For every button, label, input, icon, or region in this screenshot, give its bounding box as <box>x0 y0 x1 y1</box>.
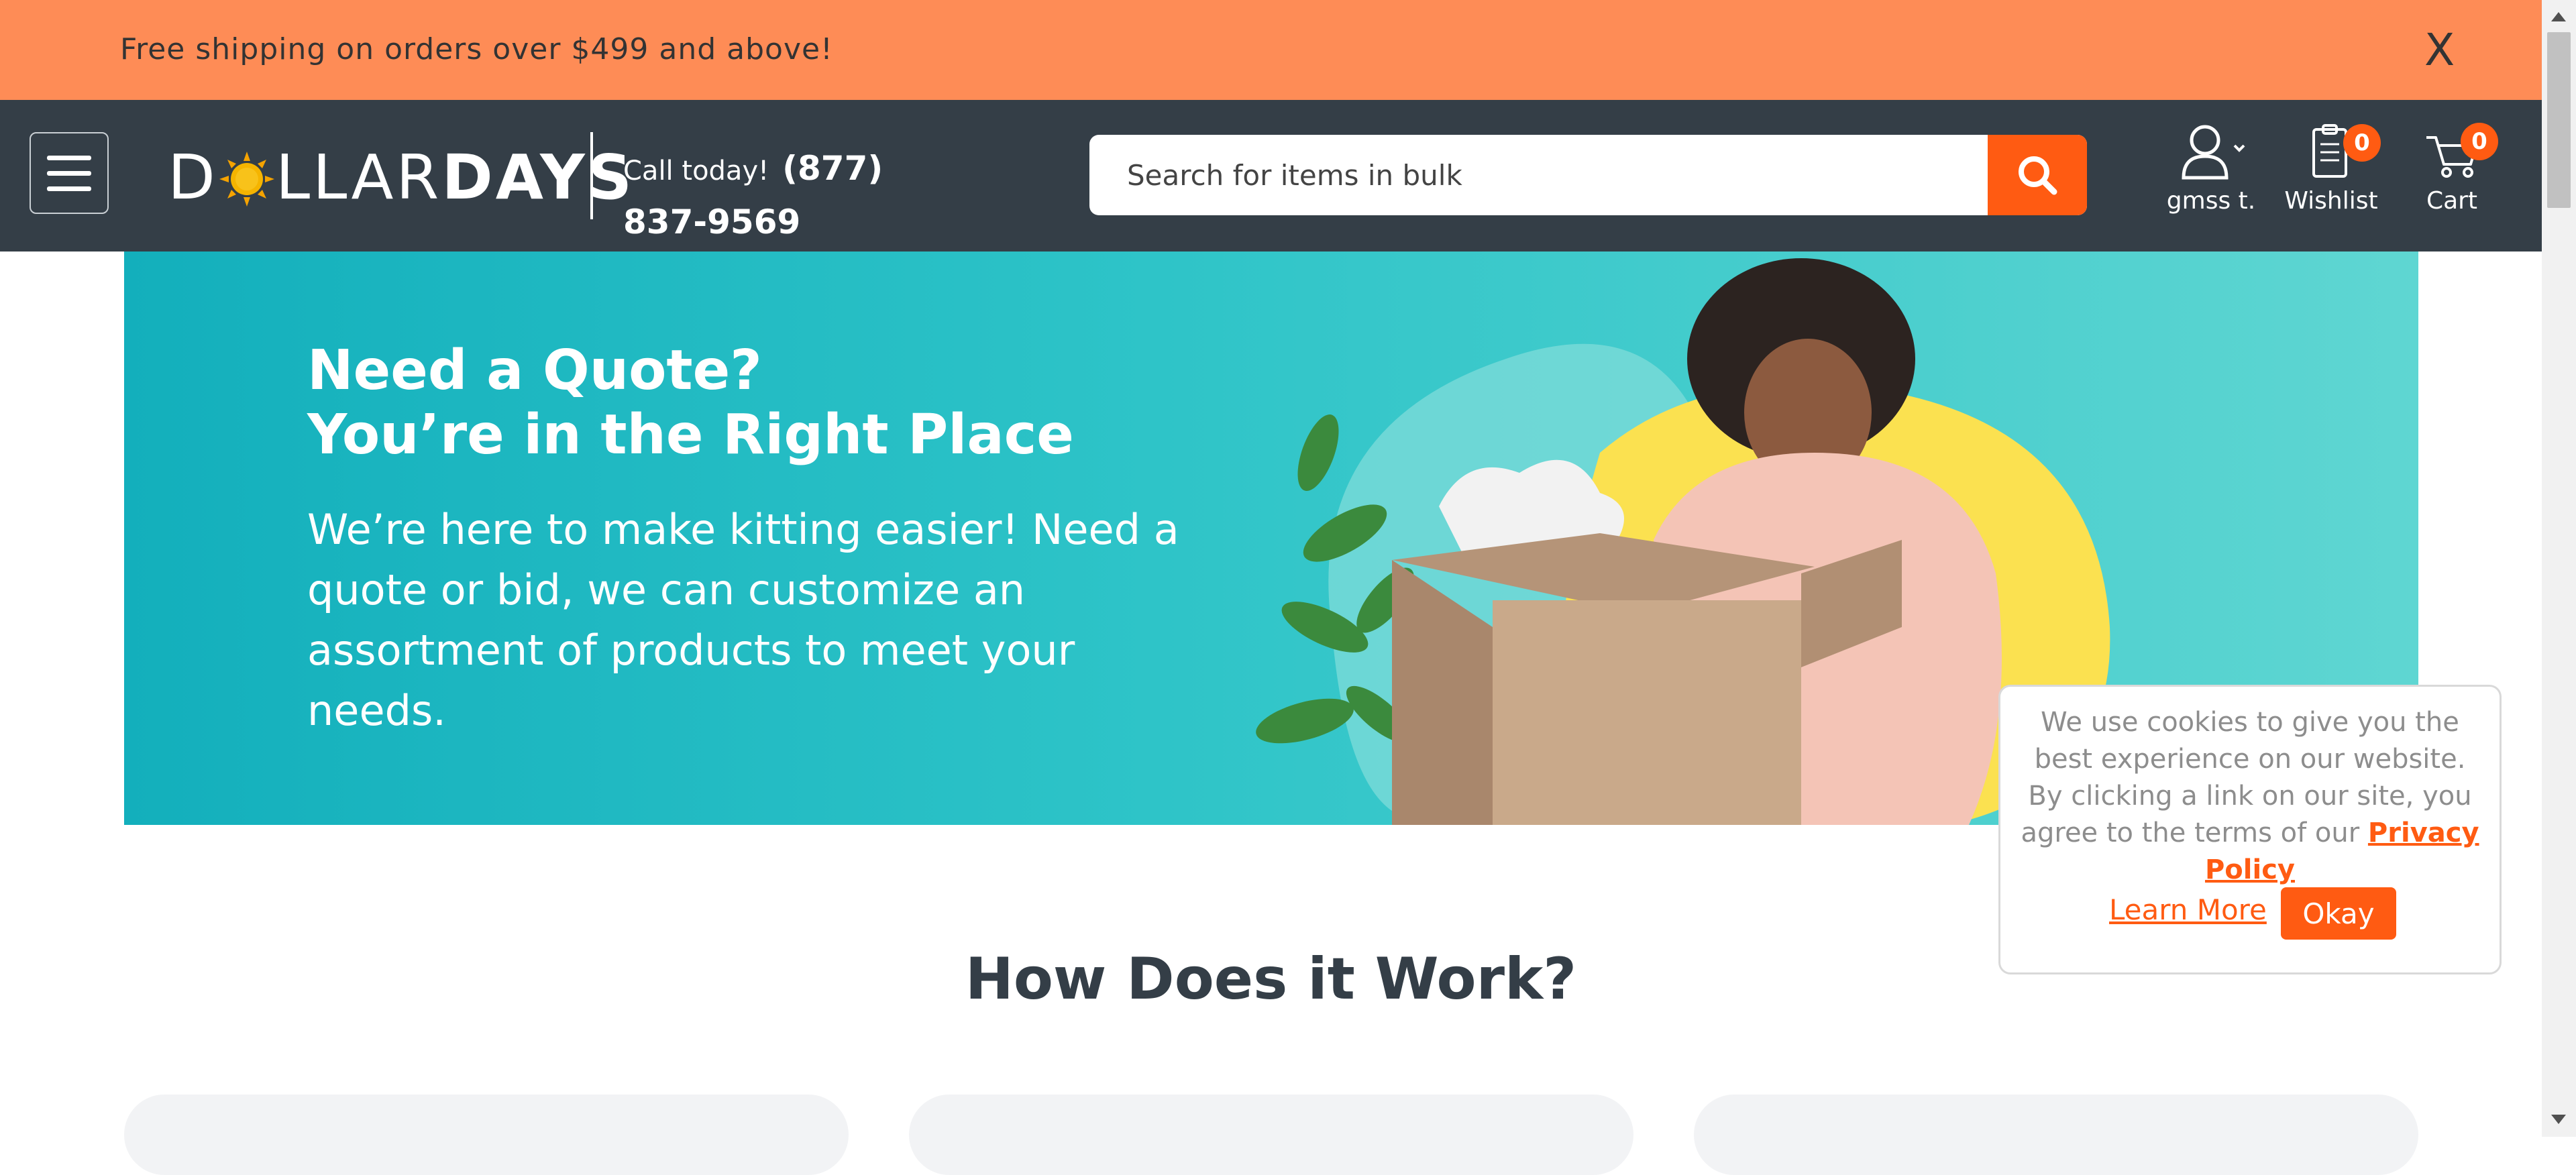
cart-link[interactable]: Cart 0 <box>2408 121 2498 215</box>
promo-close-button[interactable]: X <box>2424 24 2455 76</box>
okay-button[interactable]: Okay <box>2281 887 2396 940</box>
menu-line-icon <box>47 155 91 160</box>
search-icon <box>2019 156 2057 195</box>
dollardays-logo[interactable]: D LLAR DAYS <box>168 140 635 214</box>
account-menu[interactable]: gmss t. <box>2164 121 2258 215</box>
page-scrollbar[interactable] <box>2542 0 2576 1137</box>
account-label: gmss t. <box>2166 187 2256 215</box>
search-input[interactable] <box>1089 135 1988 215</box>
hamburger-menu-button[interactable] <box>30 132 109 214</box>
call-label: Call today! <box>623 156 769 186</box>
step-card <box>1694 1095 2418 1175</box>
call-today: Call today! (877) 837-9569 <box>623 146 972 253</box>
learn-more-link[interactable]: Learn More <box>2109 893 2267 926</box>
step-card <box>909 1095 1633 1175</box>
scrollbar-thumb[interactable] <box>2547 32 2571 208</box>
search-bar <box>1089 135 2087 215</box>
wishlist-label: Wishlist <box>2284 187 2378 215</box>
promo-bar: Free shipping on orders over $499 and ab… <box>0 0 2542 100</box>
scroll-up-arrow-icon[interactable] <box>2551 12 2566 21</box>
site-header: D LLAR DAYS Call today! (877) 837-9569 S… <box>0 100 2542 251</box>
cookie-consent-popup: We use cookies to give you the best expe… <box>1998 685 2502 974</box>
cookie-text: We use cookies to give you the best expe… <box>2021 707 2479 885</box>
cart-label: Cart <box>2426 187 2478 215</box>
menu-line-icon <box>47 170 91 176</box>
promo-text: Free shipping on orders over $499 and ab… <box>120 32 833 66</box>
hero-title: Need a Quote? You’re in the Right Place <box>307 339 1074 467</box>
search-button[interactable] <box>1988 135 2087 215</box>
cart-count-badge: 0 <box>2461 123 2498 160</box>
step-card <box>124 1095 849 1175</box>
menu-line-icon <box>47 186 91 191</box>
wishlist-link[interactable]: Wishlist 0 <box>2284 121 2381 215</box>
wishlist-count-badge: 0 <box>2343 124 2381 162</box>
user-icon <box>2182 125 2245 180</box>
header-divider <box>590 132 593 219</box>
hero-body: We’re here to make kitting easier! Need … <box>307 505 1179 735</box>
scroll-down-arrow-icon[interactable] <box>2551 1115 2566 1124</box>
sun-logo-icon <box>219 150 274 207</box>
